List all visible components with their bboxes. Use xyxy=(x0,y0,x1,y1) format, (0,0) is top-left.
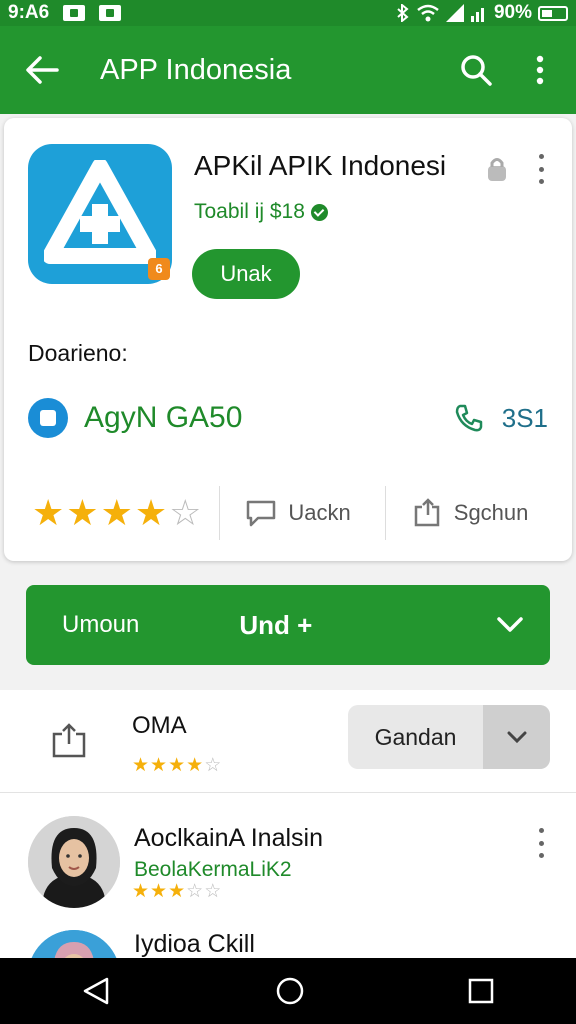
verified-icon xyxy=(310,203,328,221)
app-detail-card: 6 APKil APIK Indonesi Toabil ij $18 Unak… xyxy=(4,118,572,561)
share-icon xyxy=(414,498,440,527)
list-item[interactable]: AoclkainA Inalsin BeolaKermaLiK2 ★ ★ ★ ☆ ☆ xyxy=(0,794,576,924)
notification-icon-2 xyxy=(99,5,122,21)
divider xyxy=(219,486,221,540)
nav-home-icon[interactable] xyxy=(274,975,306,1007)
split-button-label[interactable]: Gandan xyxy=(348,705,483,769)
person-avatar-icon xyxy=(28,930,120,960)
star-icon: ☆ xyxy=(169,492,202,533)
card-menu-button[interactable] xyxy=(534,154,548,184)
review-action-label: Uackn xyxy=(288,500,351,525)
app-list: OMA ★ ★ ★ ★ ☆ Gandan AoclkainA Inalsin Beola… xyxy=(0,690,576,960)
share-action[interactable]: Sgchun xyxy=(412,497,529,529)
nav-back-icon[interactable] xyxy=(81,976,113,1006)
developer-name[interactable]: AgyN GA50 xyxy=(84,401,242,435)
star-icon: ★ xyxy=(150,881,168,902)
install-button[interactable]: Unak xyxy=(192,249,300,299)
app-badge: 6 xyxy=(148,258,170,280)
primary-left-label: Umoun xyxy=(62,611,140,638)
share-action-label: Sgchun xyxy=(453,500,529,525)
split-dropdown-button[interactable]: Gandan xyxy=(348,705,550,769)
app-bar: APP Indonesia xyxy=(0,26,576,114)
list-item-name: Iydioa Ckill xyxy=(134,930,255,958)
lock-icon xyxy=(488,158,506,181)
star-icon: ☆ xyxy=(204,755,222,776)
phone-value: 3S1 xyxy=(501,402,548,433)
battery-percent: 90% xyxy=(493,2,532,23)
star-icon: ★ xyxy=(132,755,150,776)
app-bar-title: APP Indonesia xyxy=(100,53,292,86)
phone-icon xyxy=(455,404,482,432)
chevron-down-icon xyxy=(507,731,526,744)
primary-center-label: Und + xyxy=(239,609,313,640)
share-icon xyxy=(52,723,86,758)
status-bar: 9:A6 90% xyxy=(0,0,576,26)
star-icon: ★ xyxy=(132,881,150,902)
avatar xyxy=(28,930,120,960)
more-vert-icon xyxy=(534,154,548,184)
status-time: 9:A6 xyxy=(8,2,50,23)
chevron-down-icon xyxy=(497,617,523,632)
split-dropdown-toggle[interactable] xyxy=(483,705,550,769)
star-icon: ★ xyxy=(186,755,204,776)
star-icon: ★ xyxy=(32,492,65,533)
battery-icon xyxy=(538,5,568,21)
star-icon: ☆ xyxy=(204,881,222,902)
list-item-rating: ★ ★ ★ ★ ☆ xyxy=(132,756,221,775)
star-icon: ★ xyxy=(168,755,186,776)
overflow-menu-button[interactable] xyxy=(528,52,552,88)
description-label: Doarieno: xyxy=(28,340,128,366)
search-button[interactable] xyxy=(458,52,494,88)
review-action[interactable]: Uackn xyxy=(244,498,351,528)
bluetooth-icon xyxy=(397,4,409,22)
rating-stars[interactable]: ★ ★ ★ ★ ☆ xyxy=(32,495,201,531)
person-avatar-icon xyxy=(28,816,120,908)
comment-icon xyxy=(247,500,276,527)
arrow-left-icon xyxy=(26,56,59,84)
wifi-icon xyxy=(417,4,439,22)
divider xyxy=(384,486,386,540)
star-icon: ★ xyxy=(100,492,133,533)
list-item-menu-button[interactable] xyxy=(534,828,548,858)
avatar xyxy=(28,816,120,908)
app-subtitle: Toabil ij $18 xyxy=(194,200,328,224)
list-item[interactable]: Iydioa Ckill xyxy=(0,924,576,960)
star-icon: ★ xyxy=(150,755,168,776)
more-vert-icon xyxy=(536,55,544,85)
list-item[interactable]: OMA ★ ★ ★ ★ ☆ Gandan xyxy=(0,690,576,793)
star-icon: ★ xyxy=(168,881,186,902)
developer-icon xyxy=(28,398,68,438)
list-item-name: AoclkainA Inalsin xyxy=(134,824,324,852)
phone-link[interactable]: 3S1 xyxy=(454,403,548,434)
system-nav-bar xyxy=(0,958,576,1024)
primary-action-button[interactable]: Umoun Und + xyxy=(26,585,550,665)
status-right: 90% xyxy=(396,2,568,24)
nav-recents-icon[interactable] xyxy=(467,977,495,1005)
app-name: APKil APIK Indonesi xyxy=(194,150,447,181)
app-subtitle-text: Toabil ij $18 xyxy=(194,200,305,223)
list-item-name: OMA xyxy=(132,712,187,739)
star-icon: ★ xyxy=(134,492,168,533)
back-button[interactable] xyxy=(0,26,84,114)
developer-row: AgyN GA50 3S1 xyxy=(28,396,548,440)
signal-icon xyxy=(445,4,464,22)
star-icon: ☆ xyxy=(186,881,204,902)
app-icon[interactable]: 6 xyxy=(28,144,172,284)
notification-icon xyxy=(63,5,86,21)
search-icon xyxy=(461,55,492,86)
app-logo-icon xyxy=(44,160,156,264)
action-row: ★ ★ ★ ★ ☆ Uackn Sgchun xyxy=(4,483,572,543)
list-item-rating: ★ ★ ★ ☆ ☆ xyxy=(132,882,221,901)
more-vert-icon xyxy=(534,828,548,858)
star-icon: ★ xyxy=(66,492,99,533)
list-item-subtitle: BeolaKermaLiK2 xyxy=(134,858,292,881)
signal-icon-2 xyxy=(470,8,484,22)
